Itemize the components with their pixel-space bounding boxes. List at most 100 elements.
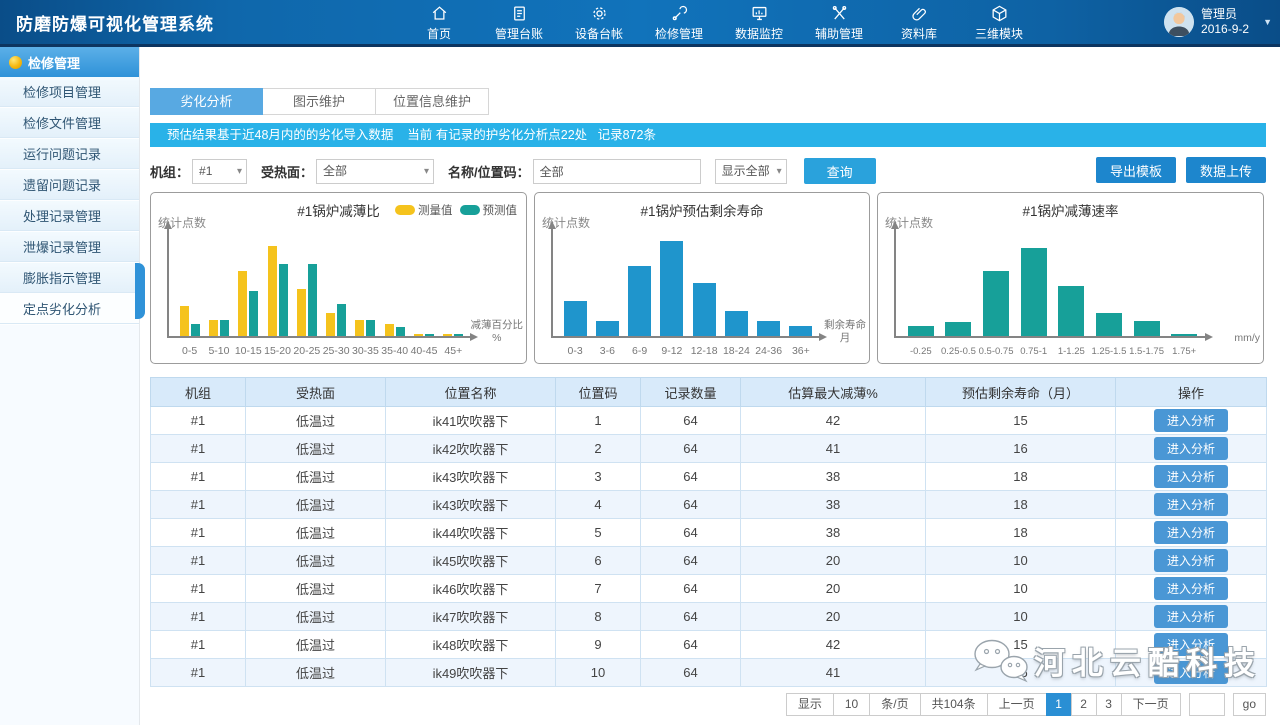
user-block[interactable]: 管理员 2016-9-2 — [1164, 7, 1249, 37]
gear-icon — [559, 4, 639, 24]
monitor-icon — [719, 4, 799, 24]
x-axis — [167, 336, 474, 338]
table-cell: 10 — [556, 659, 641, 687]
pager-per-page-value[interactable]: 10 — [833, 693, 870, 716]
life-cell: 10 — [926, 575, 1116, 603]
table-cell: ik42吹吹器下 — [386, 435, 556, 463]
bar — [385, 324, 394, 336]
table-cell: 低温过 — [246, 491, 386, 519]
sidebar-item-4[interactable]: 遗留问题记录 — [0, 170, 139, 201]
nav-item-tools[interactable]: 辅助管理 — [799, 2, 879, 42]
enter-analysis-button[interactable]: 进入分析 — [1154, 409, 1228, 432]
pager-prev-button[interactable]: 上一页 — [987, 693, 1047, 716]
app-title: 防磨防爆可视化管理系统 — [0, 10, 214, 35]
category-label: 0.25-0.5 — [940, 346, 978, 357]
table-row: #1低温过ik44吹吹器下5643818进入分析 — [151, 519, 1267, 547]
avatar — [1164, 7, 1194, 37]
tab-bar: 劣化分析图示维护位置信息维护 — [150, 88, 489, 115]
sidebar-item-3[interactable]: 运行问题记录 — [0, 139, 139, 170]
nav-item-wrench[interactable]: 检修管理 — [639, 2, 719, 42]
enter-analysis-button[interactable]: 进入分析 — [1154, 493, 1228, 516]
nav-item-cube[interactable]: 三维模块 — [959, 2, 1039, 42]
bar-group — [559, 301, 591, 336]
show-all-select[interactable]: 显示全部 — [715, 159, 787, 184]
column-header: 预估剩余寿命（月） — [926, 378, 1116, 407]
column-header: 估算最大减薄% — [741, 378, 926, 407]
pager-next-button[interactable]: 下一页 — [1121, 693, 1181, 716]
pager-page-3[interactable]: 3 — [1096, 693, 1122, 716]
table-cell: #1 — [151, 659, 246, 687]
category-label: 10-15 — [234, 345, 263, 357]
bar — [596, 321, 619, 336]
column-header: 位置码 — [556, 378, 641, 407]
y-axis — [894, 225, 896, 338]
enter-analysis-button[interactable]: 进入分析 — [1154, 633, 1228, 656]
max-thinning-cell: 20 — [741, 603, 926, 631]
enter-analysis-button[interactable]: 进入分析 — [1154, 577, 1228, 600]
bar-group — [1015, 248, 1053, 336]
bar — [628, 266, 651, 336]
pager-page-2[interactable]: 2 — [1071, 693, 1097, 716]
category-labels: 0-55-1010-1515-2020-2525-3030-3535-4040-… — [175, 345, 468, 357]
y-axis — [167, 225, 169, 338]
bar — [1171, 334, 1197, 336]
enter-analysis-button[interactable]: 进入分析 — [1154, 605, 1228, 628]
table-cell: ik47吹吹器下 — [386, 603, 556, 631]
sidebar-item-2[interactable]: 检修文件管理 — [0, 108, 139, 139]
pager-page-1[interactable]: 1 — [1046, 693, 1072, 716]
tab-3[interactable]: 位置信息维护 — [376, 88, 489, 115]
enter-analysis-button[interactable]: 进入分析 — [1154, 437, 1228, 460]
category-label: 25-30 — [321, 345, 350, 357]
sidebar-item-5[interactable]: 处理记录管理 — [0, 201, 139, 232]
tab-1[interactable]: 劣化分析 — [150, 88, 263, 115]
bar — [355, 320, 364, 336]
sidebar-header[interactable]: 检修管理 — [0, 47, 139, 77]
sidebar: 检修管理 检修项目管理检修文件管理运行问题记录遗留问题记录处理记录管理泄爆记录管… — [0, 47, 140, 725]
nav-label: 检修管理 — [639, 25, 719, 42]
home-icon — [399, 4, 479, 24]
bar — [425, 334, 434, 336]
table-cell: 64 — [641, 463, 741, 491]
category-label: 0-3 — [559, 345, 591, 357]
nav-item-paperclip[interactable]: 资料库 — [879, 2, 959, 42]
table-cell: #1 — [151, 463, 246, 491]
data-table: 机组受热面位置名称位置码记录数量估算最大减薄%预估剩余寿命（月）操作 #1低温过… — [150, 377, 1267, 687]
data-upload-button[interactable]: 数据上传 — [1186, 157, 1266, 183]
bar — [297, 289, 306, 336]
nav-item-gear[interactable]: 设备台帐 — [559, 2, 639, 42]
table-cell: 6 — [556, 547, 641, 575]
sidebar-item-7[interactable]: 膨胀指示管理 — [0, 263, 139, 294]
user-date: 2016-9-2 — [1201, 22, 1249, 37]
column-header: 操作 — [1116, 378, 1267, 407]
name-input[interactable] — [533, 159, 701, 184]
export-template-button[interactable]: 导出模板 — [1096, 157, 1176, 183]
enter-analysis-button[interactable]: 进入分析 — [1154, 465, 1228, 488]
max-thinning-cell: 20 — [741, 575, 926, 603]
sidebar-item-1[interactable]: 检修项目管理 — [0, 77, 139, 108]
tab-2[interactable]: 图示维护 — [263, 88, 376, 115]
query-button[interactable]: 查询 — [804, 158, 876, 184]
category-label: 20-25 — [292, 345, 321, 357]
action-cell: 进入分析 — [1116, 519, 1267, 547]
sidebar-item-6[interactable]: 泄爆记录管理 — [0, 232, 139, 263]
unit-select[interactable]: #1 — [192, 159, 247, 184]
max-thinning-cell: 41 — [741, 435, 926, 463]
category-label: 24-36 — [753, 345, 785, 357]
sidebar-item-8[interactable]: 定点劣化分析 — [0, 294, 139, 325]
bar-group — [380, 324, 409, 336]
table-cell: #1 — [151, 547, 246, 575]
user-dropdown-caret-icon[interactable]: ▼ — [1263, 17, 1272, 27]
nav-item-home[interactable]: 首页 — [399, 2, 479, 42]
table-cell: 64 — [641, 491, 741, 519]
nav-item-monitor[interactable]: 数据监控 — [719, 2, 799, 42]
pager-goto-input[interactable] — [1189, 693, 1225, 716]
enter-analysis-button[interactable]: 进入分析 — [1154, 661, 1228, 684]
pager-go-button[interactable]: go — [1233, 693, 1266, 716]
surface-select[interactable]: 全部 — [316, 159, 434, 184]
nav-item-ledger[interactable]: 管理台账 — [479, 2, 559, 42]
table-cell: #1 — [151, 407, 246, 435]
enter-analysis-button[interactable]: 进入分析 — [1154, 521, 1228, 544]
table-row: #1低温过ik43吹吹器下4643818进入分析 — [151, 491, 1267, 519]
enter-analysis-button[interactable]: 进入分析 — [1154, 549, 1228, 572]
pager-display-label: 显示 — [786, 693, 834, 716]
